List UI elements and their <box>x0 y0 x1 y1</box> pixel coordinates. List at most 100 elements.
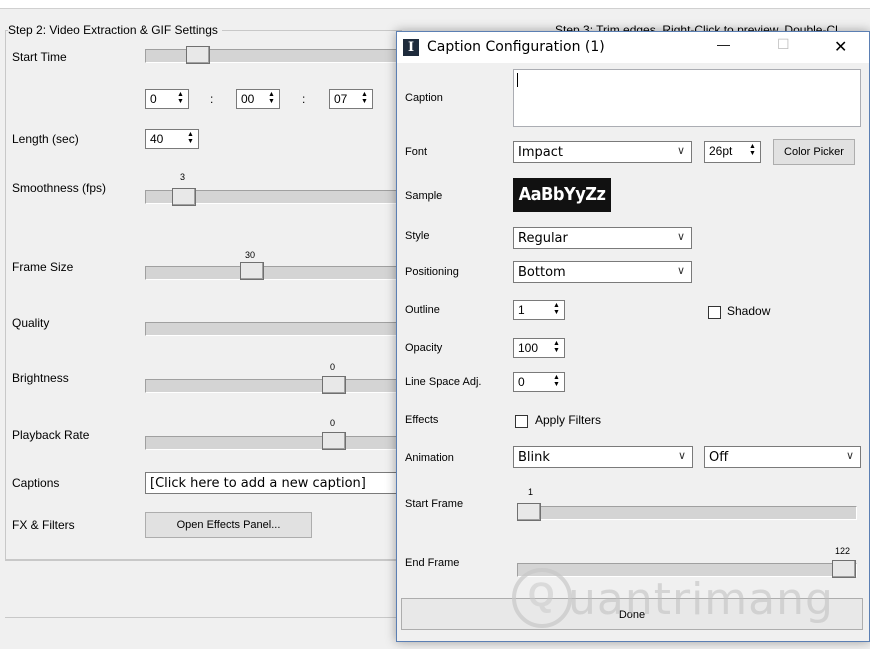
animation-mode-select[interactable]: Off ∨ <box>704 446 861 468</box>
spinner-arrows-icon[interactable]: ▲ ▼ <box>266 91 277 107</box>
font-select[interactable]: Impact ∨ <box>513 141 692 163</box>
seconds-value: 07 <box>334 92 348 106</box>
group-title: Step 2: Video Extraction & GIF Settings <box>8 23 222 37</box>
effects-label: Effects <box>405 414 439 426</box>
opacity-label: Opacity <box>405 342 443 354</box>
playback-slider[interactable] <box>145 436 399 450</box>
hours-value: 0 <box>150 92 157 106</box>
length-label: Length (sec) <box>12 132 79 146</box>
smoothness-label: Smoothness (fps) <box>12 181 107 195</box>
caption-label: Caption <box>405 92 443 104</box>
brightness-value: 0 <box>330 362 336 372</box>
spinner-arrows-icon[interactable]: ▲ ▼ <box>747 143 758 159</box>
sample-label: Sample <box>405 190 443 202</box>
linespace-value: 0 <box>518 375 525 389</box>
spinner-arrows-icon[interactable]: ▲ ▼ <box>359 91 370 107</box>
frame-size-slider[interactable] <box>145 266 399 280</box>
dialog-titlebar[interactable]: I Caption Configuration (1) — ☐ ✕ <box>397 32 869 63</box>
length-value: 40 <box>150 132 164 146</box>
shadow-checkbox[interactable] <box>708 306 721 319</box>
color-picker-button[interactable]: Color Picker <box>773 139 855 165</box>
minutes-value: 00 <box>241 92 255 106</box>
spinner-arrows-icon[interactable]: ▲ ▼ <box>551 374 562 390</box>
animation-label: Animation <box>405 452 454 464</box>
start-time-slider-thumb[interactable] <box>186 46 210 64</box>
smoothness-value: 3 <box>180 172 186 182</box>
open-effects-button[interactable]: Open Effects Panel... <box>145 512 312 538</box>
watermark-letter: Q <box>528 576 555 614</box>
font-value: Impact <box>518 145 563 160</box>
close-icon[interactable]: ✕ <box>834 37 847 57</box>
end-frame-slider-thumb[interactable] <box>832 560 856 578</box>
font-label: Font <box>405 146 428 158</box>
font-sample-preview: AaBbYyZz <box>513 178 611 212</box>
frame-size-label: Frame Size <box>12 260 74 274</box>
spinner-arrows-icon[interactable]: ▲ ▼ <box>551 340 562 356</box>
text-cursor <box>517 73 518 87</box>
spinner-arrows-icon[interactable]: ▲ ▼ <box>185 131 196 147</box>
brightness-slider-thumb[interactable] <box>322 376 346 394</box>
font-size-spinner[interactable]: 26pt ▲ ▼ <box>704 141 761 163</box>
captions-label: Captions <box>12 476 60 490</box>
brightness-label: Brightness <box>12 371 69 385</box>
captions-field[interactable]: [Click here to add a new caption] <box>145 472 397 494</box>
quality-slider[interactable] <box>145 322 399 336</box>
shadow-label: Shadow <box>727 304 771 318</box>
style-select[interactable]: Regular ∨ <box>513 227 692 249</box>
chevron-down-icon: ∨ <box>845 449 854 462</box>
time-colon: : <box>210 92 214 106</box>
outline-spinner[interactable]: 1 ▲ ▼ <box>513 300 565 320</box>
apply-filters-checkbox[interactable] <box>515 415 528 428</box>
style-value: Regular <box>518 231 568 246</box>
outline-label: Outline <box>405 304 440 316</box>
playback-value: 0 <box>330 418 336 428</box>
time-minutes-spinner[interactable]: 00 ▲ ▼ <box>236 89 280 109</box>
minimize-icon[interactable]: — <box>717 37 730 52</box>
opacity-value: 100 <box>518 341 539 355</box>
bottom-panel <box>5 560 400 571</box>
chevron-down-icon: ∨ <box>676 264 685 277</box>
window-top-edge <box>0 0 870 9</box>
end-frame-value: 122 <box>835 546 851 556</box>
bottom-panel-lower <box>5 617 400 628</box>
playback-slider-thumb[interactable] <box>322 432 346 450</box>
length-spinner[interactable]: 40 ▲ ▼ <box>145 129 199 149</box>
playback-label: Playback Rate <box>12 428 90 442</box>
caption-config-dialog: I Caption Configuration (1) — ☐ ✕ Captio… <box>396 31 870 642</box>
start-frame-value: 1 <box>528 487 534 497</box>
watermark-text: uantrimang <box>568 574 834 625</box>
chevron-down-icon: ∨ <box>676 144 685 157</box>
caption-textarea[interactable] <box>513 69 861 127</box>
chevron-down-icon: ∨ <box>677 449 686 462</box>
frame-size-slider-thumb[interactable] <box>240 262 264 280</box>
opacity-spinner[interactable]: 100 ▲ ▼ <box>513 338 565 358</box>
linespace-spinner[interactable]: 0 ▲ ▼ <box>513 372 565 392</box>
style-label: Style <box>405 230 430 242</box>
animation-mode-value: Off <box>709 450 729 465</box>
start-frame-slider-thumb[interactable] <box>517 503 541 521</box>
maximize-icon[interactable]: ☐ <box>777 36 790 53</box>
positioning-value: Bottom <box>518 265 566 280</box>
time-hours-spinner[interactable]: 0 ▲ ▼ <box>145 89 189 109</box>
positioning-select[interactable]: Bottom ∨ <box>513 261 692 283</box>
end-frame-label: End Frame <box>405 557 460 569</box>
spinner-arrows-icon[interactable]: ▲ ▼ <box>175 91 186 107</box>
captions-value: [Click here to add a new caption] <box>150 476 366 491</box>
time-colon: : <box>302 92 306 106</box>
start-frame-slider[interactable] <box>517 506 857 520</box>
animation-value: Blink <box>518 450 550 465</box>
start-time-slider[interactable] <box>145 49 399 63</box>
font-size-value: 26pt <box>709 144 733 158</box>
app-icon: I <box>403 39 419 56</box>
outline-value: 1 <box>518 303 525 317</box>
time-seconds-spinner[interactable]: 07 ▲ ▼ <box>329 89 373 109</box>
smoothness-slider-thumb[interactable] <box>172 188 196 206</box>
start-time-label: Start Time <box>12 50 67 64</box>
brightness-slider[interactable] <box>145 379 399 393</box>
chevron-down-icon: ∨ <box>676 230 685 243</box>
positioning-label: Positioning <box>405 266 459 278</box>
fx-label: FX & Filters <box>12 518 75 532</box>
spinner-arrows-icon[interactable]: ▲ ▼ <box>551 302 562 318</box>
start-frame-label: Start Frame <box>405 498 464 510</box>
animation-select[interactable]: Blink ∨ <box>513 446 693 468</box>
